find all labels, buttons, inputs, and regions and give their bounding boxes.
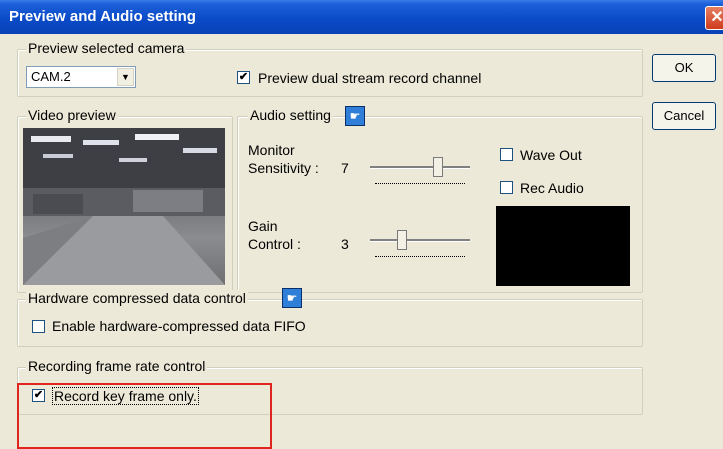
title-bar: Preview and Audio setting ✕ <box>0 0 723 34</box>
monitor-label-1: Monitor <box>248 142 295 158</box>
close-button[interactable]: ✕ <box>705 6 723 30</box>
gain-slider-ticks <box>375 256 465 260</box>
fifo-label[interactable]: Enable hardware-compressed data FIFO <box>52 318 306 334</box>
monitor-slider-ticks <box>375 183 465 187</box>
frame-rate-legend: Recording frame rate control <box>26 358 208 374</box>
highlight-annotation <box>17 383 272 449</box>
camera-select[interactable]: CAM.2 ▼ <box>26 66 136 88</box>
rec-audio-checkbox[interactable] <box>500 181 513 194</box>
dual-stream-checkbox[interactable]: ✔ <box>237 71 250 84</box>
monitor-value: 7 <box>341 160 349 176</box>
hand-pointer-icon[interactable]: ☛ <box>345 106 365 126</box>
audio-setting-legend: Audio setting <box>248 107 333 123</box>
gain-slider-thumb[interactable] <box>397 230 407 250</box>
fifo-checkbox[interactable] <box>32 320 45 333</box>
cancel-button[interactable]: Cancel <box>652 102 716 130</box>
video-preview-image <box>23 128 225 285</box>
camera-select-value: CAM.2 <box>31 69 71 84</box>
wave-out-label[interactable]: Wave Out <box>520 147 582 163</box>
gain-label-2: Control : <box>248 236 301 252</box>
dialog-body: Preview selected camera CAM.2 ▼ ✔ Previe… <box>0 34 723 449</box>
ok-button[interactable]: OK <box>652 54 716 82</box>
gain-label-1: Gain <box>248 218 278 234</box>
gain-slider-track <box>370 239 470 242</box>
monitor-label-2: Sensitivity : <box>248 160 319 176</box>
gain-value: 3 <box>341 236 349 252</box>
rec-audio-label[interactable]: Rec Audio <box>520 180 584 196</box>
wave-out-checkbox[interactable] <box>500 148 513 161</box>
dual-stream-label[interactable]: Preview dual stream record channel <box>258 70 481 86</box>
chevron-down-icon[interactable]: ▼ <box>117 68 134 86</box>
hardware-compressed-legend: Hardware compressed data control <box>26 290 248 306</box>
window-title: Preview and Audio setting <box>9 8 196 25</box>
monitor-slider-thumb[interactable] <box>433 157 443 177</box>
monitor-slider-track <box>370 166 470 169</box>
video-preview-legend: Video preview <box>26 107 118 123</box>
audio-level-display <box>496 206 630 286</box>
hand-pointer-icon[interactable]: ☛ <box>282 288 302 308</box>
preview-camera-legend: Preview selected camera <box>26 40 187 56</box>
